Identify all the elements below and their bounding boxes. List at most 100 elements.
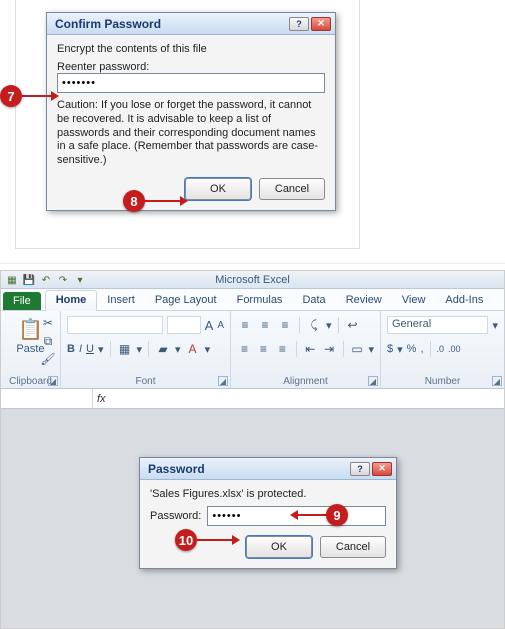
- merge-menu-icon[interactable]: ▾: [369, 343, 375, 356]
- orientation-menu-icon[interactable]: ▾: [326, 319, 332, 332]
- dialog-titlebar[interactable]: Confirm Password ? ✕: [47, 13, 335, 35]
- callout-9-arrow: [293, 514, 327, 516]
- increase-indent-icon[interactable]: ⇥: [322, 341, 337, 357]
- font-color-menu-icon[interactable]: ▾: [205, 343, 211, 356]
- password-label: Password:: [150, 510, 201, 522]
- redo-icon[interactable]: ↷: [56, 273, 70, 287]
- callout-7: 7: [0, 85, 22, 107]
- font-color-icon[interactable]: A: [185, 341, 201, 357]
- excel-icon: ▦: [5, 273, 19, 287]
- close-icon[interactable]: ✕: [311, 17, 331, 31]
- clipboard-dialog-launcher-icon[interactable]: ◢: [48, 376, 58, 386]
- align-top-icon[interactable]: ≡: [237, 317, 253, 333]
- number-format-value: General: [392, 318, 431, 330]
- orientation-icon[interactable]: ⤹: [306, 317, 322, 333]
- encrypt-caption: Encrypt the contents of this file: [57, 43, 325, 55]
- close-icon[interactable]: ✕: [372, 462, 392, 476]
- callout-8-arrow: [145, 200, 185, 202]
- decrease-decimal-icon[interactable]: .00: [448, 344, 461, 354]
- group-label-alignment: Alignment: [231, 376, 380, 387]
- borders-icon[interactable]: ▦: [117, 341, 133, 357]
- number-format-menu-icon[interactable]: ▾: [492, 319, 498, 332]
- screenshot-confirm-password: 7 Confirm Password ? ✕ Encrypt the conte…: [0, 0, 505, 264]
- shrink-font-icon[interactable]: A: [217, 320, 224, 331]
- tab-page-layout[interactable]: Page Layout: [145, 291, 227, 310]
- group-font: A A B I U ▾ ▦ ▾ ▰ ▾ A ▾ Font ◢: [61, 311, 231, 388]
- align-middle-icon[interactable]: ≡: [257, 317, 273, 333]
- align-center-icon[interactable]: ≡: [256, 341, 271, 357]
- grow-font-icon[interactable]: A: [205, 318, 214, 333]
- alignment-dialog-launcher-icon[interactable]: ◢: [368, 376, 378, 386]
- align-left-icon[interactable]: ≡: [237, 341, 252, 357]
- help-icon[interactable]: ?: [350, 462, 370, 476]
- format-painter-icon[interactable]: 🖌: [40, 351, 56, 367]
- font-size-combo[interactable]: [167, 316, 201, 334]
- tab-home[interactable]: Home: [45, 290, 98, 311]
- callout-10: 10: [175, 529, 197, 551]
- fill-color-icon[interactable]: ▰: [155, 341, 171, 357]
- italic-button[interactable]: I: [79, 343, 82, 355]
- callout-7-arrow: [22, 95, 56, 97]
- app-title: Microsoft Excel: [215, 274, 290, 286]
- reenter-password-input[interactable]: [57, 73, 325, 93]
- dialog-titlebar[interactable]: Password ? ✕: [140, 458, 396, 480]
- callout-10-arrow: [197, 539, 237, 541]
- increase-decimal-icon[interactable]: .0: [437, 344, 445, 354]
- formula-bar: fx: [1, 389, 504, 409]
- bold-button[interactable]: B: [67, 343, 75, 355]
- cancel-button[interactable]: Cancel: [320, 536, 386, 558]
- group-clipboard: 📋 Paste ✂ ⧉ 🖌 Clipboard ◢: [1, 311, 61, 388]
- ok-button[interactable]: OK: [246, 536, 312, 558]
- fill-color-menu-icon[interactable]: ▾: [175, 343, 181, 356]
- fx-icon[interactable]: fx: [97, 393, 106, 405]
- cut-icon[interactable]: ✂: [40, 315, 56, 331]
- font-dialog-launcher-icon[interactable]: ◢: [218, 376, 228, 386]
- callout-8: 8: [123, 190, 145, 212]
- excel-titlebar: ▦ 💾 ↶ ↷ ▾ Microsoft Excel: [1, 271, 504, 289]
- group-alignment: ≡ ≡ ≡ ⤹ ▾ ↩ ≡ ≡ ≡ ⇤ ⇥ ▭ ▾ Alignment: [231, 311, 381, 388]
- dialog-title: Confirm Password: [55, 17, 161, 31]
- merge-center-icon[interactable]: ▭: [350, 341, 365, 357]
- group-number: General ▾ $ ▾ % , .0 .00 Number ◢: [381, 311, 504, 388]
- name-box[interactable]: [1, 389, 93, 408]
- underline-button[interactable]: U: [86, 343, 94, 355]
- number-format-combo[interactable]: General: [387, 316, 488, 334]
- undo-icon[interactable]: ↶: [39, 273, 53, 287]
- formula-input[interactable]: [110, 391, 490, 407]
- ribbon-tabs: File Home Insert Page Layout Formulas Da…: [1, 289, 504, 311]
- align-bottom-icon[interactable]: ≡: [277, 317, 293, 333]
- help-icon[interactable]: ?: [289, 17, 309, 31]
- protected-message: 'Sales Figures.xlsx' is protected.: [150, 488, 386, 500]
- ribbon: 📋 Paste ✂ ⧉ 🖌 Clipboard ◢ A A B I U: [1, 311, 504, 389]
- qat-customize-icon[interactable]: ▾: [73, 273, 87, 287]
- tab-data[interactable]: Data: [292, 291, 335, 310]
- callout-9: 9: [326, 504, 348, 526]
- cancel-button[interactable]: Cancel: [259, 178, 325, 200]
- comma-button[interactable]: ,: [420, 343, 423, 355]
- tab-addins[interactable]: Add-Ins: [435, 291, 493, 310]
- percent-button[interactable]: %: [407, 343, 417, 355]
- dialog-title: Password: [148, 462, 205, 476]
- tab-insert[interactable]: Insert: [97, 291, 145, 310]
- tab-file[interactable]: File: [3, 292, 41, 310]
- currency-menu-icon[interactable]: ▾: [397, 343, 403, 356]
- tab-view[interactable]: View: [392, 291, 436, 310]
- underline-menu-icon[interactable]: ▾: [98, 343, 104, 356]
- decrease-indent-icon[interactable]: ⇤: [303, 341, 318, 357]
- quick-access-toolbar: ▦ 💾 ↶ ↷ ▾: [5, 273, 87, 287]
- copy-icon[interactable]: ⧉: [40, 333, 56, 349]
- align-right-icon[interactable]: ≡: [275, 341, 290, 357]
- reenter-password-label: Reenter password:: [57, 61, 325, 73]
- currency-button[interactable]: $: [387, 343, 393, 355]
- save-icon[interactable]: 💾: [22, 273, 36, 287]
- confirm-password-dialog: Confirm Password ? ✕ Encrypt the content…: [46, 12, 336, 211]
- group-label-number: Number: [381, 376, 504, 387]
- number-dialog-launcher-icon[interactable]: ◢: [492, 376, 502, 386]
- caution-text: Caution: If you lose or forget the passw…: [57, 99, 325, 168]
- wrap-text-icon[interactable]: ↩: [345, 317, 361, 333]
- ok-button[interactable]: OK: [185, 178, 251, 200]
- borders-menu-icon[interactable]: ▾: [137, 343, 143, 356]
- tab-review[interactable]: Review: [336, 291, 392, 310]
- font-name-combo[interactable]: [67, 316, 163, 334]
- tab-formulas[interactable]: Formulas: [227, 291, 293, 310]
